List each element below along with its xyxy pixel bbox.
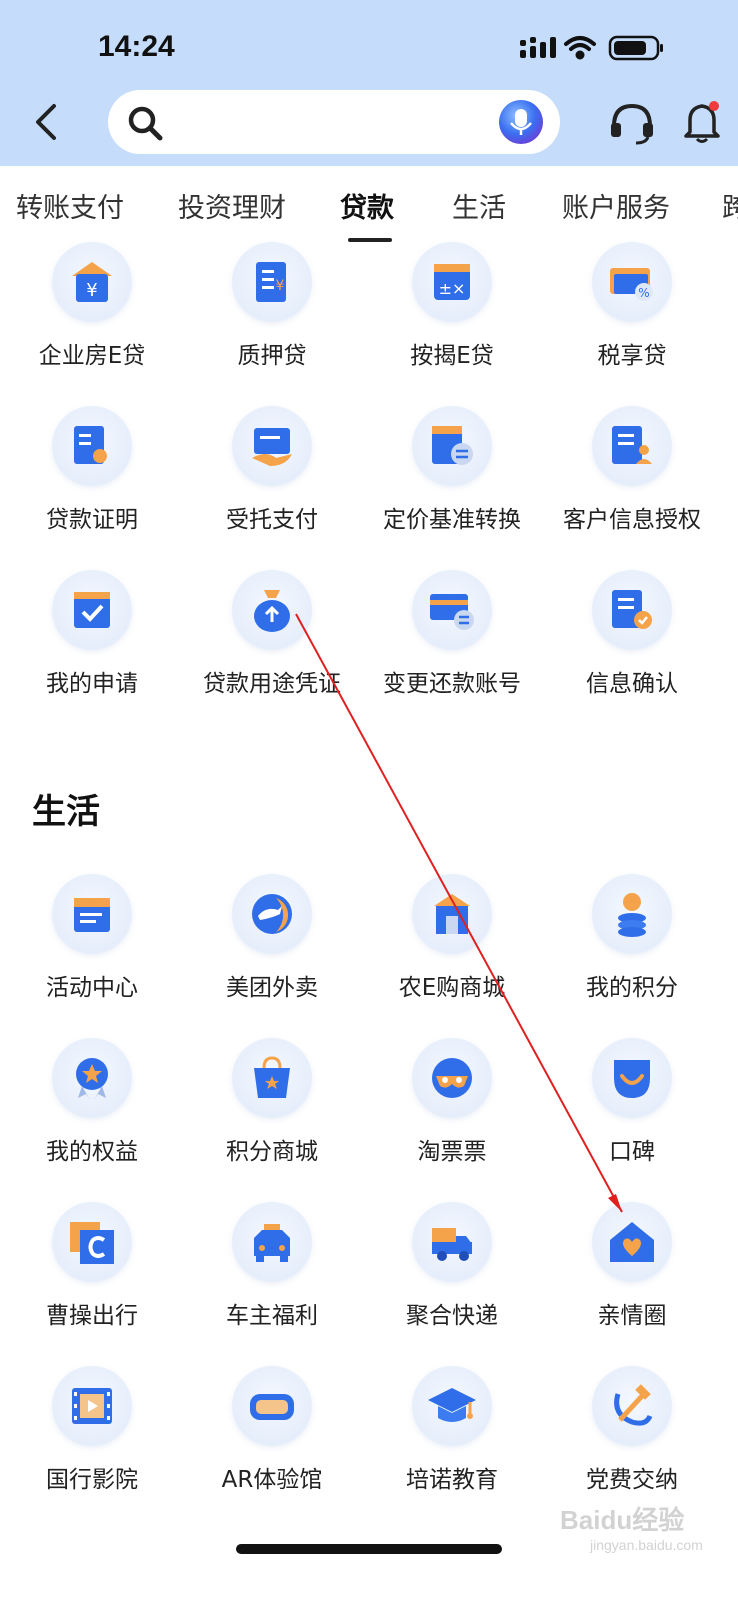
koubei-smile-icon [592, 1038, 672, 1118]
tax-card-icon: % [592, 242, 672, 322]
notification-bell-icon[interactable] [682, 98, 722, 144]
pledge-document-icon: ¥ [232, 242, 312, 322]
grid-item-change-repayment-account[interactable]: 变更还款账号 [362, 570, 542, 698]
taopiaopiao-icon [412, 1038, 492, 1118]
battery-icon [608, 35, 663, 61]
points-coins-icon [592, 874, 672, 954]
grid-item-enterprise-house-loan[interactable]: ¥ 企业房E贷 [2, 242, 182, 370]
customer-info-icon [592, 406, 672, 486]
grid-item-info-confirmation[interactable]: 信息确认 [542, 570, 722, 698]
signal-icon [520, 37, 556, 58]
grid-item-loan-certificate[interactable]: 贷款证明 [2, 406, 182, 534]
grid-item-pricing-benchmark-switch[interactable]: 定价基准转换 [362, 406, 542, 534]
grid-item-nonge-mall[interactable]: 农E购商城 [362, 874, 542, 1002]
tab-cross-border[interactable]: 跨 [722, 186, 738, 225]
grid-item-my-applications[interactable]: 我的申请 [2, 570, 182, 698]
grid-item-taopiaopiao[interactable]: 淘票票 [362, 1038, 542, 1166]
status-icons [520, 35, 663, 61]
top-header: 14:24 [0, 0, 738, 166]
party-emblem-icon [592, 1366, 672, 1446]
film-icon [52, 1366, 132, 1446]
grid-item-points-mall[interactable]: 积分商城 [182, 1038, 362, 1166]
document-confirm-icon [592, 570, 672, 650]
home-indicator[interactable] [236, 1544, 502, 1554]
grid-item-peinuo-education[interactable]: 培诺教育 [362, 1366, 542, 1494]
family-heart-house-icon [592, 1202, 672, 1282]
tab-life[interactable]: 生活 [452, 186, 506, 225]
svg-text:¥: ¥ [86, 280, 97, 301]
tab-investment[interactable]: 投资理财 [178, 186, 286, 225]
category-tabs: 转账支付 投资理财 贷款 生活 账户服务 跨 [0, 166, 738, 246]
application-check-icon [52, 570, 132, 650]
grid-item-customer-info-authorization[interactable]: 客户信息授权 [542, 406, 722, 534]
grid-item-koubei[interactable]: 口碑 [542, 1038, 722, 1166]
car-icon [232, 1202, 312, 1282]
grid-item-mortgage-loan[interactable]: ±× 按揭E贷 [362, 242, 542, 370]
svg-text:±×: ±× [439, 279, 466, 298]
tab-loans[interactable]: 贷款 [340, 186, 394, 225]
voice-mic-icon[interactable] [498, 99, 544, 145]
grid-item-guoxing-cinema[interactable]: 国行影院 [2, 1366, 182, 1494]
card-switch-icon [412, 570, 492, 650]
grid-item-my-points[interactable]: 我的积分 [542, 874, 722, 1002]
money-bag-upload-icon [232, 570, 312, 650]
grid-item-entrusted-payment[interactable]: 受托支付 [182, 406, 362, 534]
grid-item-loan-purpose-voucher[interactable]: 贷款用途凭证 [182, 570, 362, 698]
search-icon [128, 106, 163, 141]
grid-item-party-dues[interactable]: 党费交纳 [542, 1366, 722, 1494]
meituan-kangaroo-icon [232, 874, 312, 954]
grid-item-tax-loan[interactable]: % 税享贷 [542, 242, 722, 370]
wifi-icon [564, 36, 596, 60]
notification-dot [709, 101, 719, 111]
grid-item-aggregated-express[interactable]: 聚合快递 [362, 1202, 542, 1330]
svg-text:%: % [638, 286, 649, 300]
store-icon [412, 874, 492, 954]
grid-item-ar-experience[interactable]: AR体验馆 [182, 1366, 362, 1494]
calculator-icon: ±× [412, 242, 492, 322]
grid-item-car-owner-benefits[interactable]: 车主福利 [182, 1202, 362, 1330]
tab-account-services[interactable]: 账户服务 [562, 186, 670, 225]
back-arrow-icon[interactable] [28, 100, 68, 144]
grid-item-family-circle[interactable]: 亲情圈 [542, 1202, 722, 1330]
customer-service-headset-icon[interactable] [608, 100, 656, 146]
grid-item-my-benefits[interactable]: 我的权益 [2, 1038, 182, 1166]
grid-item-pledge-loan[interactable]: ¥ 质押贷 [182, 242, 362, 370]
search-bar[interactable] [108, 90, 560, 154]
house-money-icon: ¥ [52, 242, 132, 322]
svg-text:¥: ¥ [276, 278, 285, 294]
graduation-cap-icon [412, 1366, 492, 1446]
tab-transfer[interactable]: 转账支付 [16, 186, 124, 225]
caocao-c-icon [52, 1202, 132, 1282]
certificate-icon [52, 406, 132, 486]
baidu-watermark: Baidu经验 jingyan.baidu.com [560, 1505, 703, 1553]
hand-payment-icon [232, 406, 312, 486]
grid-item-caocao-travel[interactable]: 曹操出行 [2, 1202, 182, 1330]
pricing-switch-icon [412, 406, 492, 486]
grid-item-activity-center[interactable]: 活动中心 [2, 874, 182, 1002]
status-time: 14:24 [98, 30, 175, 63]
grid-item-meituan-takeaway[interactable]: 美团外卖 [182, 874, 362, 1002]
vr-goggles-icon [232, 1366, 312, 1446]
calendar-icon [52, 874, 132, 954]
section-title-life: 生活 [32, 792, 100, 832]
shopping-bag-icon [232, 1038, 312, 1118]
delivery-truck-icon [412, 1202, 492, 1282]
star-badge-icon [52, 1038, 132, 1118]
